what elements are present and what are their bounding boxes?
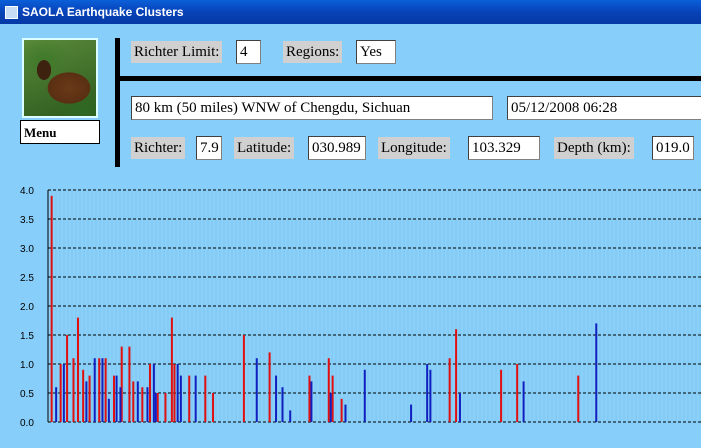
y-tick-label: 4.0 (20, 186, 34, 197)
blue-bar (595, 323, 598, 422)
regions-input[interactable]: Yes (356, 40, 396, 64)
blue-bar (289, 410, 292, 422)
blue-bar (85, 381, 88, 422)
y-tick-label: 0.0 (20, 418, 34, 429)
blue-bar (410, 404, 413, 422)
red-bar (156, 393, 159, 422)
y-tick-label: 3.0 (20, 244, 34, 255)
red-bar (164, 393, 167, 422)
blue-bar (146, 387, 149, 422)
red-bar (188, 375, 191, 422)
red-bar (173, 364, 176, 422)
window-title: SAOLA Earthquake Clusters (22, 5, 184, 19)
red-bar (77, 317, 80, 422)
blue-bar (136, 381, 139, 422)
blue-bar (93, 358, 96, 422)
red-bar (242, 335, 245, 422)
red-bar (448, 358, 451, 422)
longitude-label: Longitude: (378, 137, 450, 159)
menu-button[interactable]: Menu (20, 120, 100, 144)
blue-bar (55, 387, 58, 422)
richter-limit-label: Richter Limit: (131, 41, 223, 63)
y-tick-label: 1.0 (20, 360, 34, 371)
datetime-field[interactable]: 05/12/2008 06:28 (507, 96, 701, 120)
red-bar (170, 317, 173, 422)
regions-label: Regions: (283, 41, 343, 63)
blue-bar (115, 375, 118, 422)
blue-bar (281, 387, 284, 422)
blue-bar (154, 393, 157, 422)
blue-bar (426, 364, 429, 422)
latitude-field[interactable]: 030.989 (308, 136, 366, 160)
red-bar (268, 352, 271, 422)
red-bar (66, 335, 69, 422)
red-bar (327, 358, 330, 422)
depth-field[interactable]: 019.0 (652, 136, 694, 160)
latitude-label: Latitude: (234, 137, 295, 159)
red-bar (50, 195, 53, 422)
red-bar (82, 369, 85, 422)
blue-bar (255, 358, 258, 422)
red-bar (88, 375, 91, 422)
red-bar (72, 358, 75, 422)
red-bar (516, 364, 519, 422)
y-tick-label: 2.5 (20, 273, 34, 284)
blue-bar (522, 381, 525, 422)
red-bar (204, 375, 207, 422)
richter-label: Richter: (131, 137, 186, 159)
blue-bar (329, 393, 332, 422)
magnitude-chart: 0.0 0.5 1.0 1.5 2.0 2.5 3.0 3.5 4.0 (20, 186, 701, 429)
red-bar (577, 375, 580, 422)
red-bar (113, 375, 116, 422)
depth-label: Depth (km): (554, 137, 634, 159)
blue-bar (310, 381, 313, 422)
red-bar (212, 393, 215, 422)
horizontal-divider (120, 76, 701, 81)
richter-field[interactable]: 7.9 (196, 136, 222, 160)
blue-bar (363, 369, 366, 422)
blue-bar (62, 364, 65, 422)
vertical-divider (115, 38, 120, 167)
location-field[interactable]: 80 km (50 miles) WNW of Chengdu, Sichuan (131, 96, 493, 120)
y-tick-label: 3.5 (20, 215, 34, 226)
red-bar (141, 387, 144, 422)
blue-bar (176, 364, 179, 422)
blue-bar (275, 375, 278, 422)
red-bar (59, 364, 62, 422)
red-bar (308, 375, 311, 422)
red-bar (104, 358, 107, 422)
red-bar (331, 375, 334, 422)
saola-thumbnail-image[interactable] (22, 38, 98, 118)
richter-limit-input[interactable]: 4 (236, 40, 261, 64)
blue-bar (152, 364, 155, 422)
red-bar (98, 358, 101, 422)
blue-bar (344, 404, 347, 422)
red-bar (128, 346, 131, 422)
longitude-field[interactable]: 103.329 (468, 136, 540, 160)
red-bar (149, 364, 152, 422)
red-bar (500, 369, 503, 422)
blue-bar (458, 393, 461, 422)
red-bar (132, 381, 135, 422)
title-bar: SAOLA Earthquake Clusters (0, 0, 701, 24)
y-tick-label: 1.5 (20, 331, 34, 342)
app-icon (5, 6, 18, 19)
blue-bar (119, 387, 122, 422)
blue-bar (429, 369, 432, 422)
y-tick-label: 2.0 (20, 302, 34, 313)
red-bar (340, 398, 343, 422)
blue-bar (107, 398, 110, 422)
y-tick-label: 0.5 (20, 389, 34, 400)
blue-bar (194, 375, 197, 422)
blue-bar (179, 375, 182, 422)
red-bar (455, 329, 458, 422)
blue-bar (101, 358, 104, 422)
